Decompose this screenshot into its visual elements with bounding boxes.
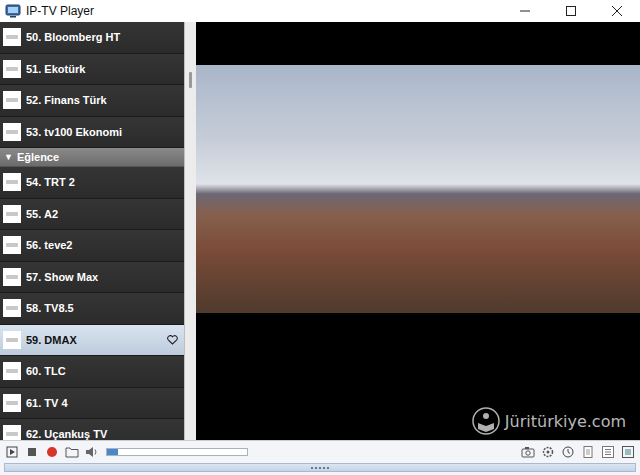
close-icon [612, 6, 622, 16]
document-icon [583, 446, 593, 458]
playlist-button[interactable] [580, 443, 596, 461]
channel-row[interactable]: 60. TLC [0, 356, 184, 388]
channel-row[interactable]: 58. TV8.5 [0, 293, 184, 325]
channel-logo-icon [3, 394, 21, 412]
tv-icon [5, 4, 21, 18]
list-view-button[interactable] [600, 443, 616, 461]
channel-row[interactable]: 54. TRT 2 [0, 167, 184, 199]
camera-icon [521, 446, 535, 458]
play-icon [6, 446, 18, 458]
splitter-grip[interactable] [189, 72, 192, 88]
speaker-icon [85, 446, 99, 458]
channel-logo-icon [3, 60, 21, 78]
channel-list: 50. Bloomberg HT51. Ekotürk52. Finans Tü… [0, 22, 184, 440]
watermark: Jüritürkiye.com [471, 406, 626, 436]
channel-row[interactable]: 59. DMAX [0, 325, 184, 357]
volume-button[interactable] [84, 443, 100, 461]
channel-row[interactable]: 53. tv100 Ekonomi [0, 117, 184, 149]
favorite-heart-icon[interactable] [167, 335, 178, 345]
channel-row[interactable]: 57. Show Max [0, 262, 184, 294]
record-button[interactable] [44, 443, 60, 461]
channel-logo-icon [3, 331, 21, 349]
channel-row[interactable]: 51. Ekotürk [0, 54, 184, 86]
record-icon [46, 446, 58, 458]
stop-icon [26, 446, 38, 458]
channel-logo-icon [3, 268, 21, 286]
reader-icon [471, 406, 501, 436]
video-frame [196, 65, 640, 313]
channel-logo-icon [3, 205, 21, 223]
open-button[interactable] [64, 443, 80, 461]
video-pane: Jüritürkiye.com [196, 22, 640, 440]
channel-logo-icon [3, 236, 21, 254]
control-bar [0, 440, 640, 475]
player-window: IP-TV Player50. Bloomberg HT51. Ekotürk5… [0, 0, 640, 475]
fullscreen-icon [622, 446, 634, 458]
channel-logo-icon [3, 299, 21, 317]
settings-button[interactable] [540, 443, 556, 461]
play-button[interactable] [4, 443, 20, 461]
folder-icon [65, 446, 79, 458]
list-icon [602, 446, 614, 458]
channel-logo-icon [3, 28, 21, 46]
channel-row[interactable]: 61. TV 4 [0, 388, 184, 420]
seek-strip[interactable] [4, 463, 636, 472]
schedule-button[interactable] [560, 443, 576, 461]
clock-icon [562, 446, 574, 458]
snapshot-button[interactable] [520, 443, 536, 461]
stop-button[interactable] [24, 443, 40, 461]
channel-row[interactable]: 56. teve2 [0, 230, 184, 262]
maximize-icon [566, 6, 576, 16]
gear-icon [542, 446, 554, 458]
channel-row[interactable]: 55. A2 [0, 199, 184, 231]
minimize-icon [520, 6, 530, 16]
title-bar: IP-TV Player [0, 0, 640, 22]
channel-logo-icon [3, 173, 21, 191]
channel-row[interactable]: 52. Finans Türk [0, 85, 184, 117]
volume-slider[interactable] [106, 448, 248, 456]
strip-grip[interactable] [311, 467, 329, 469]
expand-arrow[interactable]: ▼ [4, 152, 13, 162]
channel-logo-icon [3, 123, 21, 141]
close-button[interactable] [594, 0, 640, 22]
window-title: IP-TV Player [26, 4, 94, 18]
maximize-button[interactable] [548, 0, 594, 22]
channel-row[interactable]: 62. Uçankuş TV [0, 419, 184, 440]
channel-logo-icon [3, 91, 21, 109]
channel-logo-icon [3, 362, 21, 380]
panel-splitter[interactable] [184, 22, 196, 440]
minimize-button[interactable] [502, 0, 548, 22]
group-header[interactable]: ▼Eğlence [0, 148, 184, 167]
channel-logo-icon [3, 425, 21, 440]
fullscreen-button[interactable] [620, 443, 636, 461]
channel-row[interactable]: 50. Bloomberg HT [0, 22, 184, 54]
